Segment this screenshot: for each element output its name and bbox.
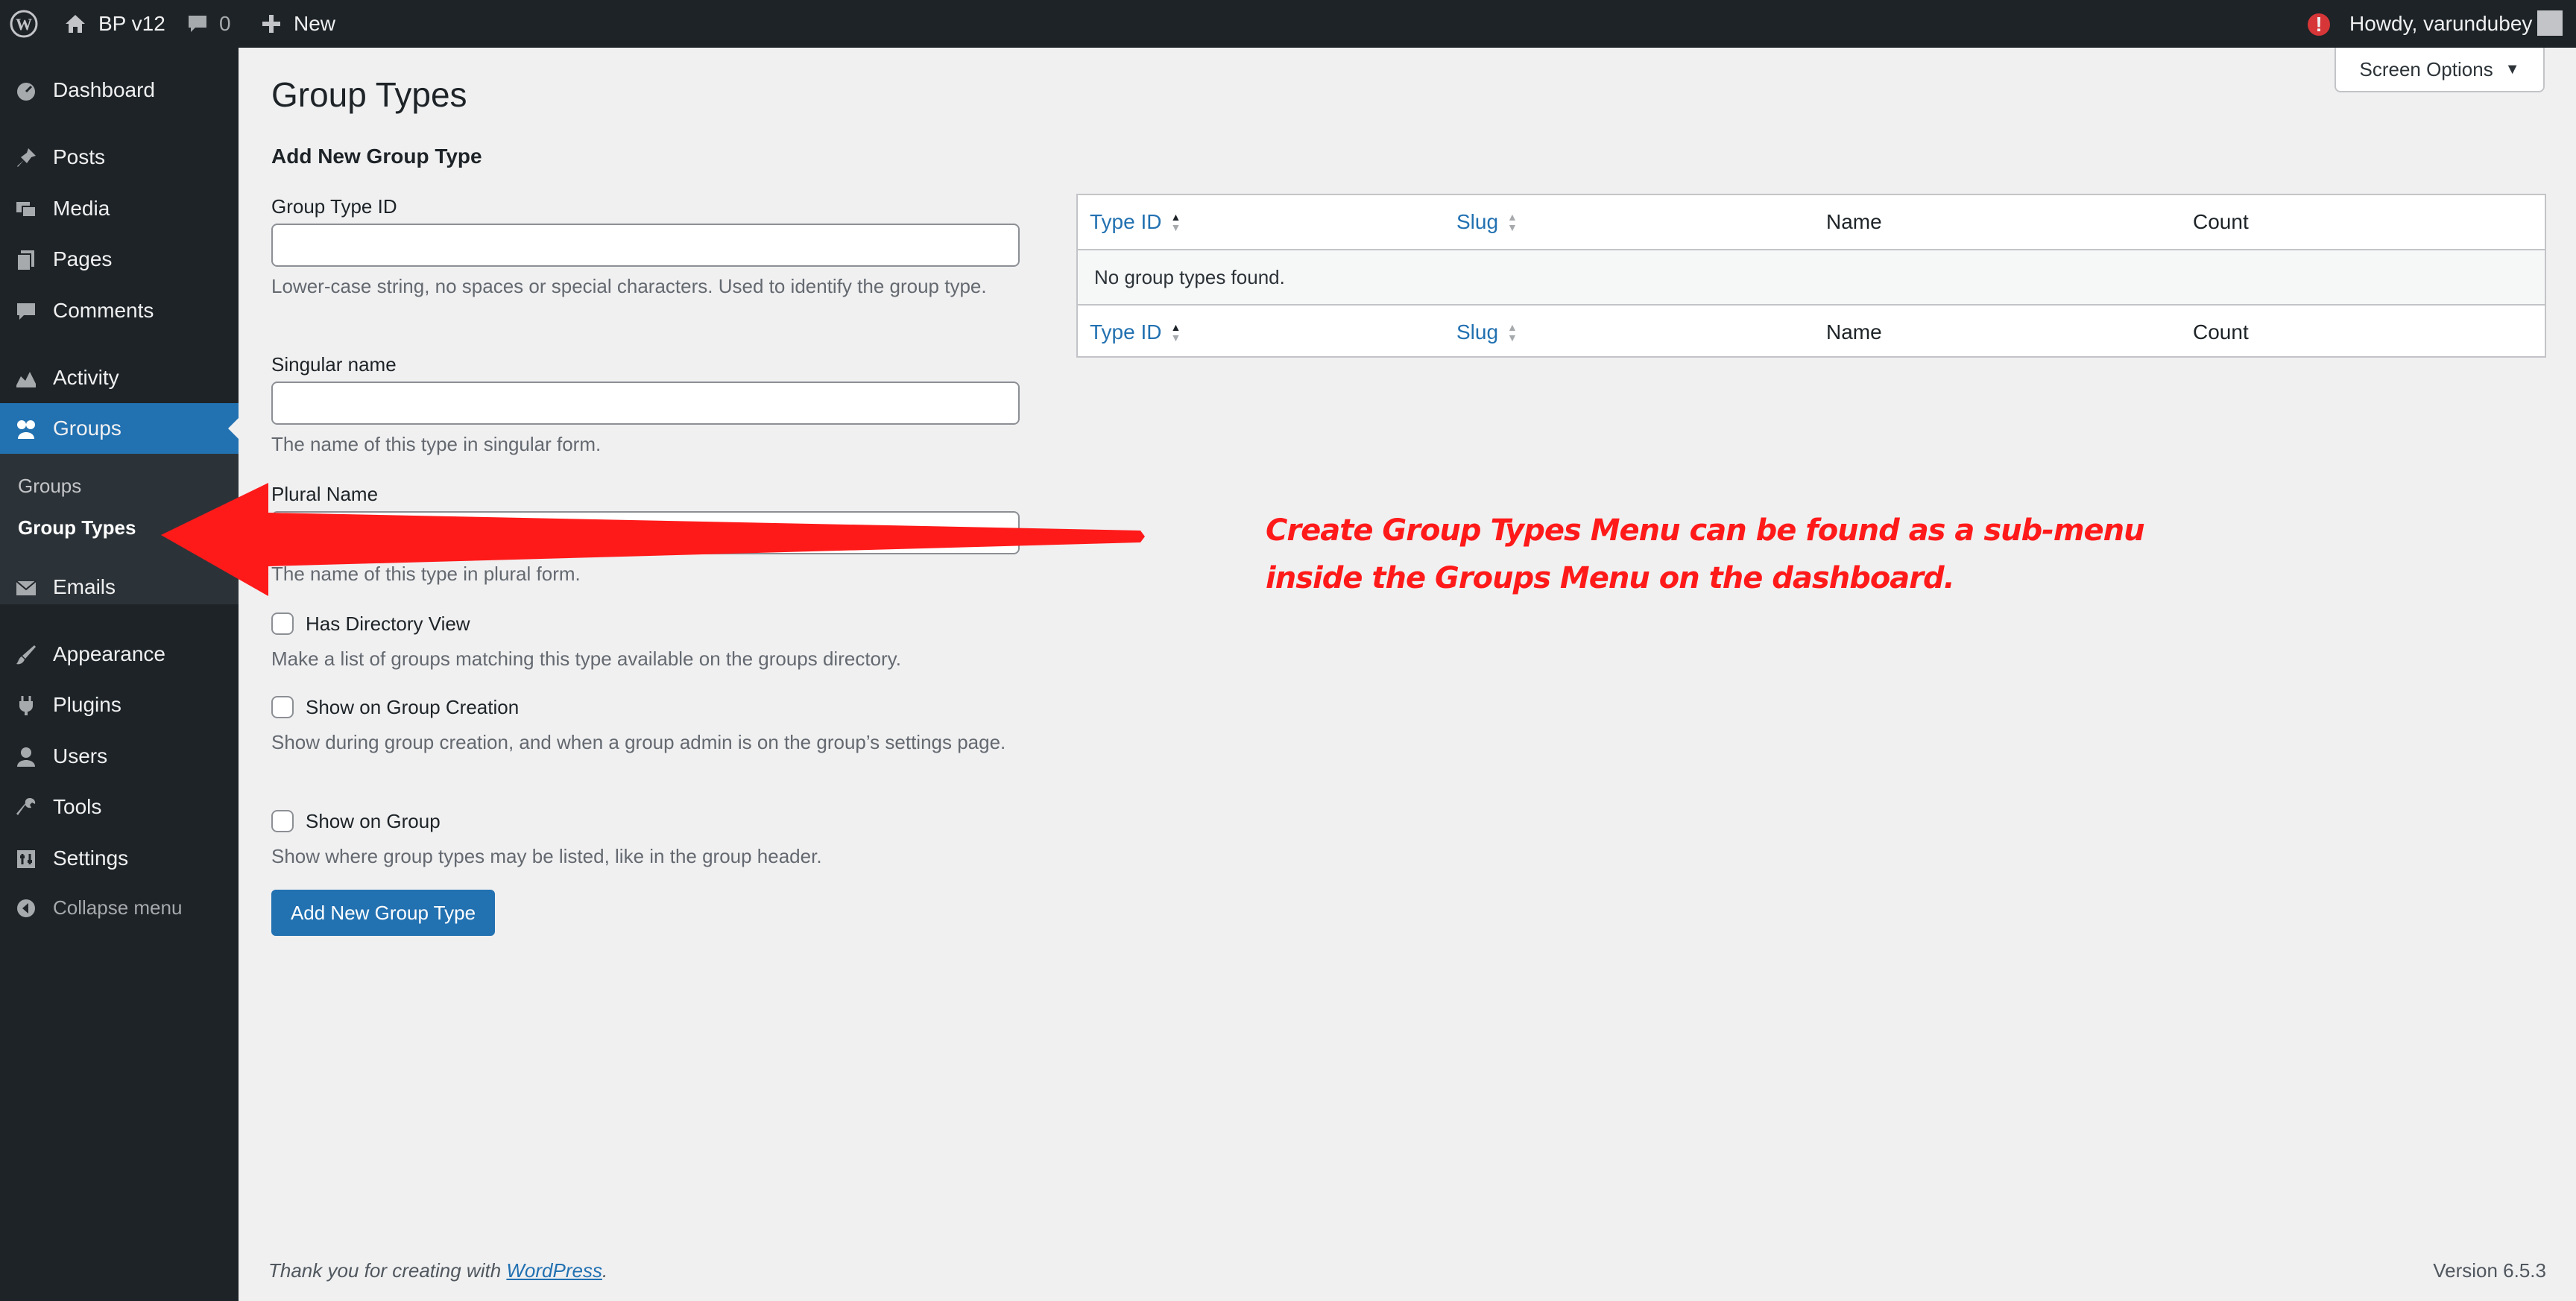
footer-version: Version 6.5.3 [2433, 1259, 2546, 1282]
annotation-arrow [161, 483, 1145, 596]
annotation-line-2: inside the Groups Menu on the dashboard. [1266, 561, 1955, 595]
footer-thanks-prefix: Thank you for creating with [268, 1259, 507, 1282]
annotation-line-1: Create Group Types Menu can be found as … [1266, 513, 2145, 548]
footer-thanks-suffix: . [602, 1259, 608, 1282]
wordpress-link[interactable]: WordPress [506, 1259, 602, 1282]
footer-thanks: Thank you for creating with WordPress. [268, 1259, 607, 1282]
annotation-text: Create Group Types Menu can be found as … [1266, 507, 2145, 602]
